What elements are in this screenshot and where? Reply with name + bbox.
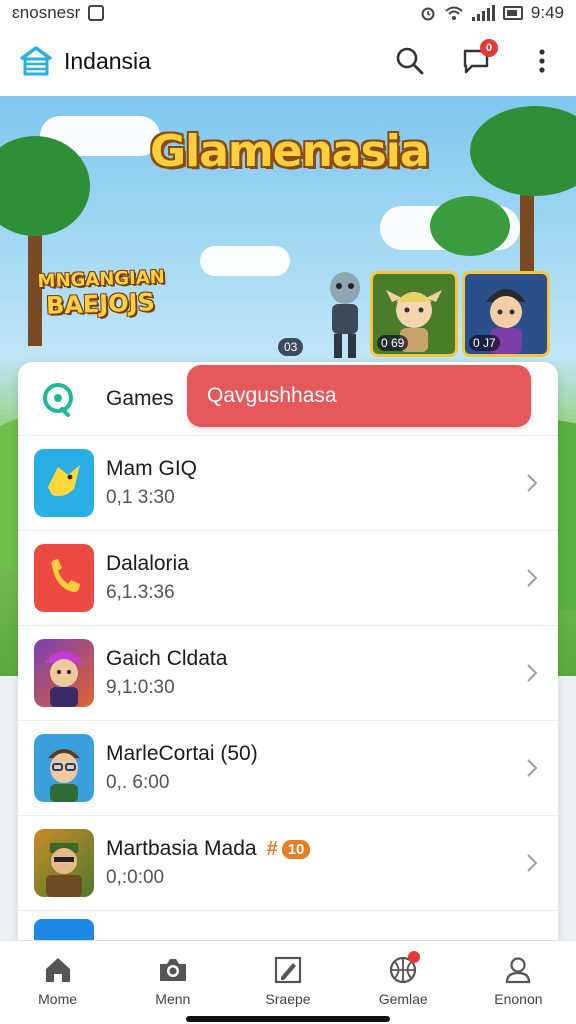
hero-avatar-icon [44, 651, 84, 707]
home-icon [45, 958, 70, 982]
nav-item-games[interactable]: Gemlae [346, 941, 461, 1024]
game-thumbnail [34, 544, 94, 612]
game-meta: 0,. 6:00 [106, 772, 170, 793]
more-options-button[interactable] [526, 45, 558, 77]
game-meta: 6,1.3:36 [106, 582, 175, 603]
banner-title: Glamenasia [150, 126, 430, 177]
game-title: Martbasia Mada # 10 [106, 837, 311, 861]
nav-label: Sraepe [265, 991, 311, 1007]
profile-icon [506, 957, 531, 984]
game-meta: 0,:0:00 [106, 867, 165, 888]
nav-item-home[interactable]: Mome [0, 941, 115, 1024]
notification-app-icon [88, 5, 105, 21]
game-meta: 0,1 3:30 [106, 487, 175, 508]
game-meta: 9,1:0:30 [106, 677, 175, 698]
search-field-value: Qavgushhasa [207, 384, 337, 407]
list-item[interactable] [18, 911, 558, 943]
game-thumbnail [34, 639, 94, 707]
game-thumbnail [34, 449, 94, 517]
nav-item-share[interactable]: Sraepe [230, 941, 345, 1024]
app-bar: Indansia 0 [0, 26, 576, 96]
rank-badge-count: 10 [281, 839, 311, 859]
games-logo-icon [43, 382, 73, 417]
wifi-icon [445, 6, 463, 20]
game-title: Gaich Cldata [106, 647, 228, 670]
messages-button[interactable]: 0 [460, 39, 498, 77]
hero-goblin-icon [330, 272, 360, 358]
cloud-decoration [200, 246, 290, 276]
hero-card[interactable]: 0 69 [370, 271, 458, 357]
chevron-right-icon [527, 474, 538, 492]
app-title: Indansia [64, 47, 151, 74]
nav-label: Enonon [494, 991, 543, 1007]
warrior-avatar-icon [46, 843, 82, 897]
nav-label: Menn [155, 991, 191, 1007]
nerd-avatar-icon [48, 749, 80, 802]
phone-icon [51, 559, 80, 593]
banner-badge: MNGANGIAN BAEJOJS [37, 266, 165, 320]
status-carrier-text: ɛnosnesr [12, 3, 81, 22]
rank-badge: # 10 [267, 838, 311, 861]
chevron-right-icon [527, 854, 538, 872]
notification-dot [407, 951, 420, 963]
bottom-navigation: Mome Menn Sraepe Gemlae Enonon [0, 940, 576, 1024]
chevron-right-icon [527, 569, 538, 587]
battery-icon [502, 6, 523, 20]
chevron-right-icon [527, 759, 538, 777]
game-title: MarleCortai (50) [106, 742, 258, 765]
notification-badge: 0 [480, 39, 498, 57]
alarm-icon [421, 7, 435, 21]
hero-card[interactable]: 0 J7 [462, 271, 550, 357]
search-field[interactable]: Qavgushhasa [187, 365, 531, 427]
home-indicator[interactable] [186, 1016, 390, 1022]
nav-item-menu[interactable]: Menn [115, 941, 230, 1024]
list-item[interactable]: Martbasia Mada # 10 0,:0:00 [18, 816, 558, 911]
list-item[interactable]: Mam GIQ 0,1 3:30 [18, 436, 558, 531]
list-item[interactable]: Dalaloria 6,1.3:36 [18, 531, 558, 626]
nav-label: Gemlae [378, 991, 428, 1007]
chat-bubble-icon [48, 465, 80, 497]
game-title: Mam GIQ [106, 457, 198, 480]
nav-label: Mome [38, 991, 78, 1007]
games-tab-label[interactable]: Games [106, 387, 174, 411]
game-thumbnail [34, 734, 94, 802]
tree-decoration [430, 196, 510, 256]
tree-decoration [470, 106, 576, 196]
status-time: 9:49 [530, 3, 564, 22]
list-header: Games Qavgushhasa [18, 362, 558, 436]
chevron-right-icon [527, 664, 538, 682]
game-thumbnail [34, 829, 94, 897]
search-button[interactable] [394, 45, 426, 77]
rank-badge-symbol: # [266, 837, 278, 860]
list-item[interactable]: MarleCortai (50) 0,. 6:00 [18, 721, 558, 816]
banner-badge-line2: BAEJOJS [45, 288, 156, 320]
status-bar: ɛnosnesr 9:49 [0, 0, 576, 26]
camera-icon [159, 959, 186, 981]
edit-icon [274, 956, 302, 984]
nav-item-profile[interactable]: Enonon [461, 941, 576, 1024]
game-title-text: Martbasia Mada [106, 837, 257, 860]
list-item[interactable]: Gaich Cldata 9,1:0:30 [18, 626, 558, 721]
search-icon [396, 47, 424, 75]
signal-icon [471, 5, 495, 21]
hero-card-stat: 0 69 [377, 335, 409, 351]
more-vert-icon [539, 49, 545, 73]
hero-card-stat: 0 J7 [469, 335, 500, 351]
game-title: Dalaloria [106, 552, 189, 575]
hero-stat-label: 03 [278, 338, 304, 356]
house-logo-icon [19, 46, 53, 76]
games-list-card: Games Qavgushhasa Mam GIQ 0,1 3:30 Dalal… [18, 362, 558, 962]
